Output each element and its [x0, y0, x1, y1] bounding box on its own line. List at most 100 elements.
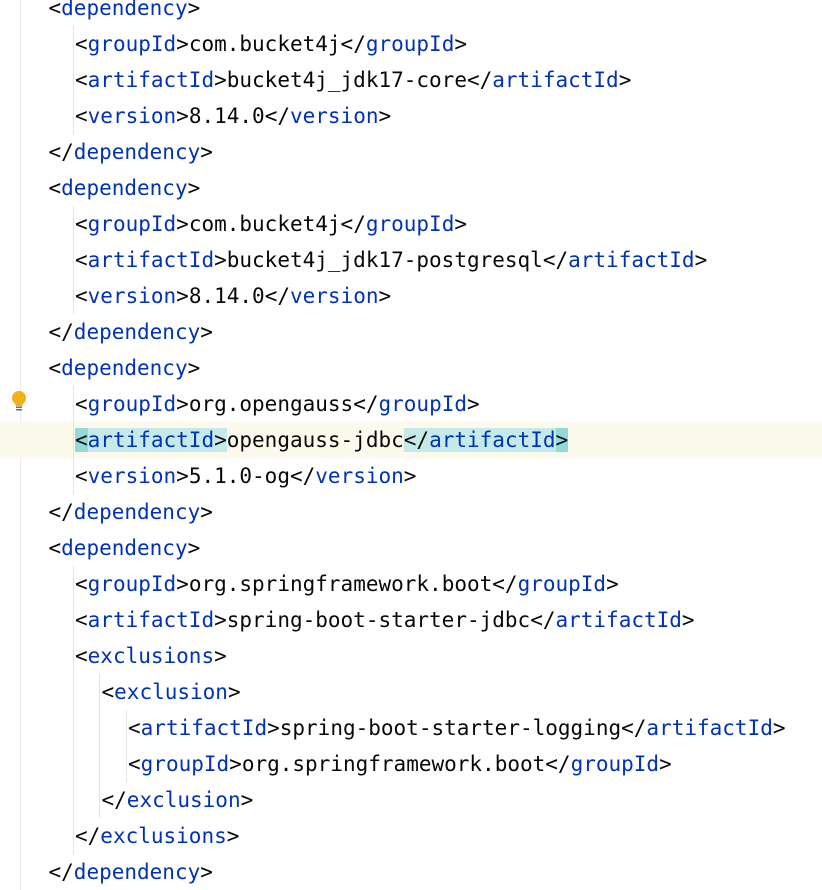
code-line[interactable]: <artifactId>bucket4j_jdk17-core</artifac…: [75, 62, 631, 98]
code-line[interactable]: </dependency>: [49, 314, 213, 350]
tag-bracket: </: [403, 428, 430, 452]
code-line[interactable]: </exclusions>: [75, 818, 239, 854]
tag-bracket: </: [542, 248, 569, 272]
tag-bracket: >: [176, 392, 189, 416]
code-line[interactable]: <dependency>: [49, 350, 201, 386]
tag-bracket: <: [128, 716, 141, 740]
tag-bracket: <: [48, 176, 62, 200]
code-line[interactable]: </dependency>: [49, 134, 213, 170]
tag-bracket: >: [378, 284, 392, 308]
code-line[interactable]: <groupId>com.bucket4j</groupId>: [75, 26, 467, 62]
tag-bracket: >: [176, 104, 189, 128]
tag-name: exclusions: [100, 824, 227, 848]
tag-bracket: <: [75, 608, 88, 632]
tag-bracket: </: [530, 608, 556, 632]
code-line[interactable]: <dependency>: [49, 530, 201, 566]
tag-name: groupId: [87, 392, 177, 416]
tag-name: artifactId: [568, 248, 695, 272]
tag-bracket: <: [128, 752, 141, 776]
element-value: 5.1.0-og: [188, 464, 290, 488]
tag-name: version: [289, 104, 379, 128]
indent-guide: [72, 206, 74, 314]
indent-guide: [125, 710, 127, 782]
code-line[interactable]: <exclusions>: [75, 638, 227, 674]
tag-bracket: >: [200, 140, 213, 164]
tag-name: version: [87, 104, 177, 128]
tag-bracket: <: [75, 104, 88, 128]
tag-bracket: <: [75, 248, 88, 272]
tag-bracket: >: [214, 644, 227, 668]
code-line[interactable]: <version>8.14.0</version>: [75, 98, 391, 134]
tag-bracket: <: [48, 0, 62, 20]
tag-bracket: </: [101, 788, 127, 812]
code-line[interactable]: <groupId>org.springframework.boot</group…: [75, 566, 619, 602]
tag-bracket: >: [214, 68, 227, 92]
indent-guide: [72, 566, 74, 854]
tag-name: artifactId: [87, 68, 215, 92]
tag-bracket: </: [48, 500, 74, 524]
tag-bracket: >: [606, 572, 619, 596]
element-value: org.opengauss: [188, 392, 354, 416]
tag-name: version: [87, 284, 177, 308]
code-line[interactable]: <version>8.14.0</version>: [75, 278, 391, 314]
tag-bracket: >: [694, 248, 708, 272]
code-editor[interactable]: <dependency> <groupId>com.bucket4j</group…: [0, 0, 822, 890]
tag-bracket: </: [545, 752, 571, 776]
code-line[interactable]: <dependency>: [49, 0, 201, 26]
tag-bracket: >: [214, 608, 227, 632]
tag-name: artifactId: [87, 428, 215, 452]
indent-guide: [72, 26, 74, 134]
code-line[interactable]: <artifactId>bucket4j_jdk17-postgresql</a…: [75, 242, 707, 278]
element-value: 8.14.0: [188, 284, 265, 308]
tag-bracket: </: [264, 284, 290, 308]
element-value: spring-boot-starter-logging: [279, 716, 622, 740]
tag-bracket: </: [353, 392, 379, 416]
tag-bracket: </: [492, 572, 518, 596]
tag-bracket: </: [48, 860, 74, 884]
tag-bracket: >: [267, 716, 280, 740]
code-line[interactable]: <exclusion>: [102, 674, 241, 710]
element-value: com.bucket4j: [188, 212, 341, 236]
code-line[interactable]: <artifactId>spring-boot-starter-jdbc</ar…: [75, 602, 695, 638]
tag-name: groupId: [87, 32, 177, 56]
tag-bracket: >: [229, 752, 242, 776]
tag-name: exclusion: [126, 788, 241, 812]
code-line[interactable]: </dependency>: [49, 854, 213, 890]
tag-bracket: <: [75, 392, 88, 416]
element-value: bucket4j_jdk17-postgresql: [226, 248, 543, 272]
code-line[interactable]: </exclusion>: [102, 782, 254, 818]
tag-name: version: [315, 464, 404, 488]
tag-name: groupId: [365, 212, 455, 236]
code-line[interactable]: </dependency>: [49, 494, 213, 530]
tag-name: exclusion: [114, 680, 228, 704]
tag-bracket: </: [340, 212, 366, 236]
tag-bracket: >: [176, 464, 189, 488]
tag-name: artifactId: [87, 608, 215, 632]
tag-bracket: </: [48, 140, 74, 164]
element-value: org.springframework.boot: [188, 572, 493, 596]
lightbulb-icon[interactable]: [10, 390, 28, 412]
tag-bracket: <: [48, 356, 62, 380]
code-line[interactable]: <groupId>com.bucket4j</groupId>: [75, 206, 467, 242]
code-line[interactable]: <artifactId>spring-boot-starter-logging<…: [128, 710, 786, 746]
tag-name: dependency: [61, 0, 188, 20]
tag-bracket: >: [187, 176, 201, 200]
element-value: com.bucket4j: [188, 32, 341, 56]
element-value: opengauss-jdbc: [226, 428, 404, 452]
tag-bracket: >: [467, 392, 480, 416]
code-line[interactable]: <artifactId>opengauss-jdbc</artifactId>: [75, 422, 569, 458]
tag-bracket: <: [75, 572, 88, 596]
tag-name: dependency: [73, 320, 201, 344]
tag-name: dependency: [61, 356, 188, 380]
code-line[interactable]: <dependency>: [49, 170, 201, 206]
tag-bracket: >: [176, 32, 189, 56]
code-line[interactable]: <groupId>org.opengauss</groupId>: [75, 386, 480, 422]
tag-name: exclusions: [87, 644, 215, 668]
tag-bracket: >: [176, 212, 189, 236]
code-line[interactable]: <version>5.1.0-og</version>: [75, 458, 416, 494]
tag-bracket: >: [227, 680, 241, 704]
tag-name: dependency: [73, 500, 201, 524]
tag-name: artifactId: [492, 68, 619, 92]
tag-bracket: >: [454, 32, 468, 56]
code-line[interactable]: <groupId>org.springframework.boot</group…: [128, 746, 672, 782]
